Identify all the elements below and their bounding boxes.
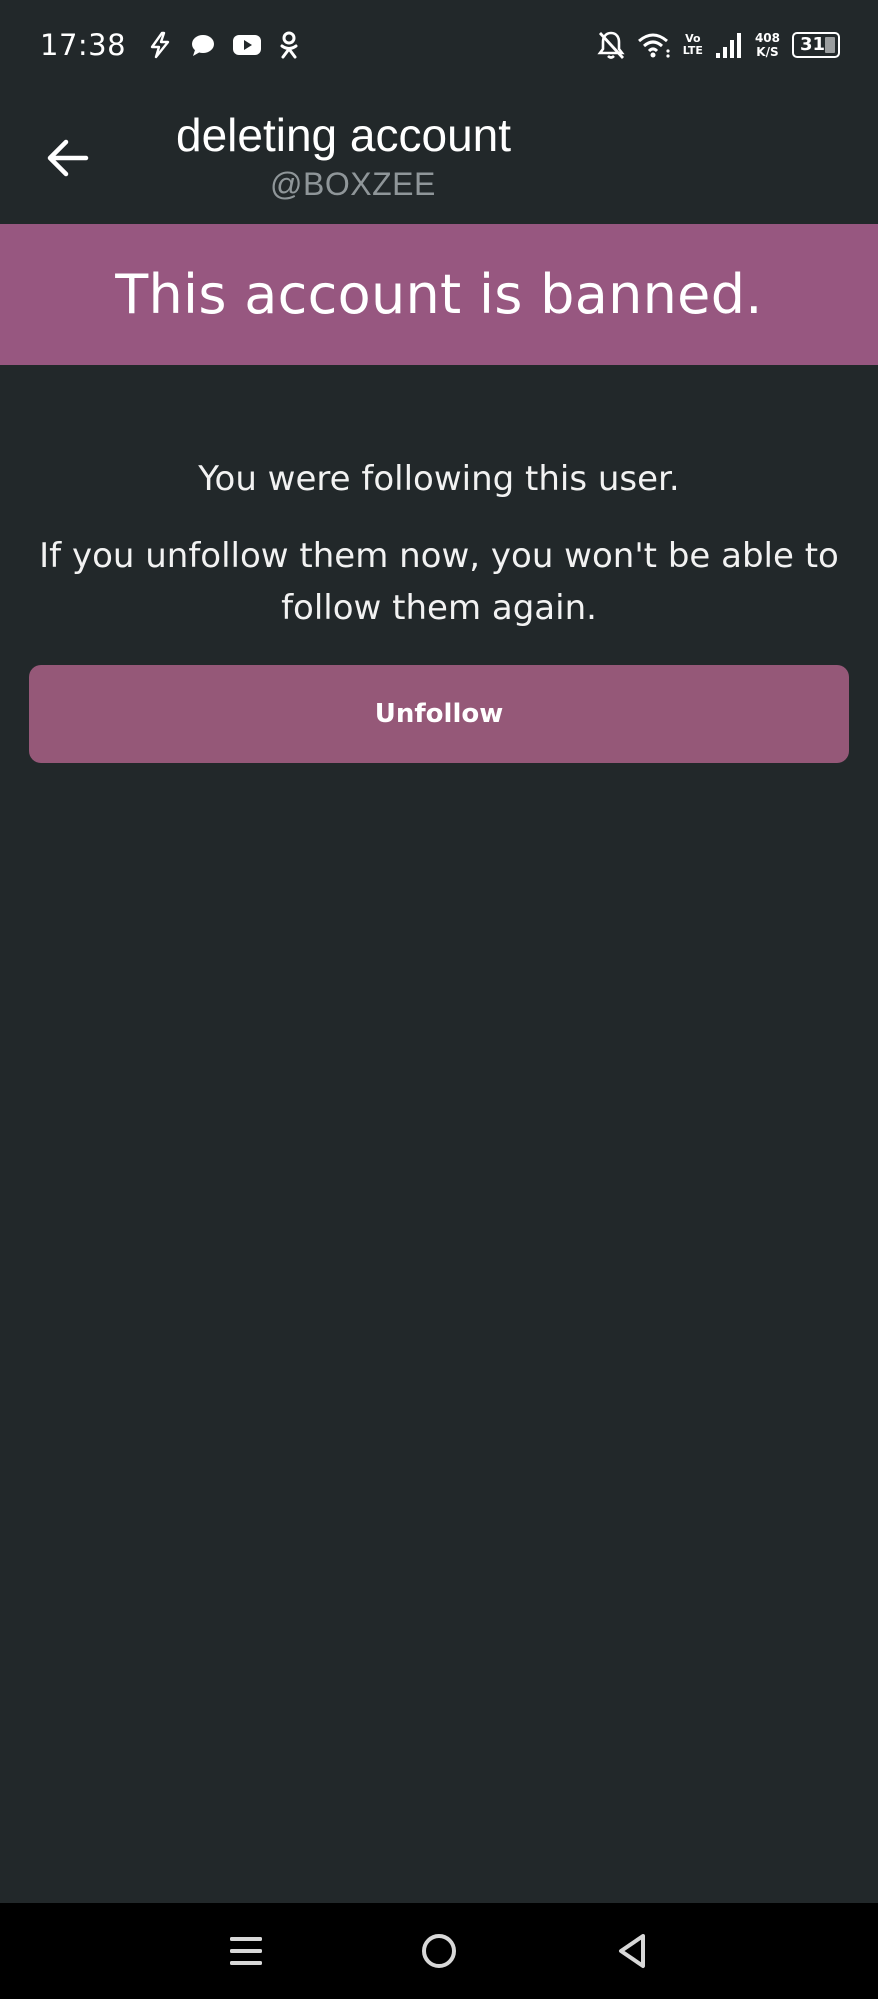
wifi-icon: [637, 31, 671, 59]
youtube-icon: [232, 33, 262, 57]
back-triangle-icon: [618, 1934, 645, 1968]
odnoklassniki-icon: [278, 31, 300, 59]
status-right: Vo LTE 408 K/S 31: [597, 30, 840, 60]
battery-level: 31: [800, 34, 826, 55]
network-speed: 408 K/S: [755, 31, 780, 59]
system-back-button[interactable]: [602, 1921, 662, 1981]
signal-icon: [715, 31, 743, 59]
home-button[interactable]: [409, 1921, 469, 1981]
account-handle: @BOXZEE: [270, 166, 436, 202]
battery-indicator: 31: [792, 32, 840, 58]
bell-off-icon: [597, 30, 625, 60]
status-left: 17:38: [40, 28, 300, 62]
recent-apps-button[interactable]: [216, 1921, 276, 1981]
volte-bottom: LTE: [682, 44, 703, 57]
unfollow-button[interactable]: Unfollow: [29, 665, 849, 763]
chat-bubble-icon: [190, 32, 216, 58]
home-icon: [421, 1934, 456, 1968]
bolt-app-icon: [146, 31, 174, 59]
speed-unit: K/S: [756, 45, 779, 59]
app-header: deleting account @BOXZEE: [0, 90, 878, 224]
system-nav-bar: [0, 1903, 878, 1999]
speed-value: 408: [754, 31, 780, 45]
account-display-name: deleting account: [176, 109, 512, 161]
unfollow-warning-text: If you unfollow them now, you won't be a…: [39, 536, 839, 628]
status-time: 17:38: [40, 28, 127, 62]
menu-icon: [230, 1937, 263, 1965]
back-button[interactable]: [40, 130, 96, 186]
status-bar: 17:38 Vo LTE 408 K/S 31: [0, 0, 878, 90]
following-status-text: You were following this user.: [198, 459, 680, 499]
screen: 17:38 Vo LTE 408 K/S 31 deleting account…: [0, 0, 878, 1999]
arrow-left-icon: [47, 139, 89, 177]
banned-message: This account is banned.: [115, 263, 763, 326]
banned-banner: This account is banned.: [0, 224, 878, 365]
volte-indicator: Vo LTE: [683, 33, 703, 57]
unfollow-warning: You were following this user. If you unf…: [0, 452, 878, 634]
